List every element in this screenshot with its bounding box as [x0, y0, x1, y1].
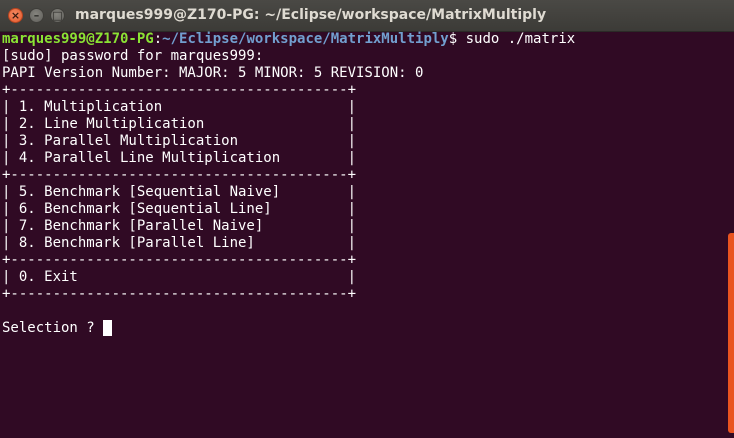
prompt-line: marques999@Z170-PG:~/Eclipse/workspace/M…	[2, 31, 726, 48]
terminal-output[interactable]: marques999@Z170-PG:~/Eclipse/workspace/M…	[2, 31, 726, 438]
menu-item: | 4. Parallel Line Multiplication |	[2, 150, 357, 166]
menu-item: | 7. Benchmark [Parallel Naive] |	[2, 218, 357, 234]
minimize-button[interactable]: –	[29, 8, 44, 23]
menu-item: | 0. Exit |	[2, 269, 357, 285]
menu-item: | 3. Parallel Multiplication |	[2, 133, 357, 149]
prompt-separator: :	[153, 31, 163, 47]
menu-border: +---------------------------------------…	[2, 252, 357, 268]
menu-border: +---------------------------------------…	[2, 286, 357, 302]
selection-line[interactable]: Selection ?	[2, 320, 726, 337]
scrollbar[interactable]	[728, 233, 734, 433]
menu-border: +---------------------------------------…	[2, 82, 357, 98]
menu-item: | 2. Line Multiplication |	[2, 116, 357, 132]
close-button[interactable]: ×	[8, 8, 23, 23]
menu-item: | 8. Benchmark [Parallel Line] |	[2, 235, 357, 251]
menu-border: +---------------------------------------…	[2, 167, 357, 183]
selection-prompt: Selection ?	[2, 320, 104, 336]
menu-item: | 5. Benchmark [Sequential Naive] |	[2, 184, 357, 200]
prompt-command: sudo ./matrix	[457, 31, 576, 47]
prompt-symbol: $	[448, 31, 458, 47]
menu-item: | 6. Benchmark [Sequential Line] |	[2, 201, 357, 217]
output-line: [sudo] password for marques999:	[2, 48, 264, 64]
prompt-user-host: marques999@Z170-PG	[2, 31, 154, 47]
output-line: PAPI Version Number: MAJOR: 5 MINOR: 5 R…	[2, 65, 424, 81]
title-bar[interactable]: × – □ marques999@Z170-PG: ~/Eclipse/work…	[0, 0, 734, 32]
menu-item: | 1. Multiplication |	[2, 99, 357, 115]
maximize-icon: □	[52, 9, 63, 22]
close-icon: ×	[10, 9, 21, 22]
terminal-window: × – □ marques999@Z170-PG: ~/Eclipse/work…	[0, 0, 734, 438]
window-title: marques999@Z170-PG: ~/Eclipse/workspace/…	[75, 7, 547, 23]
minimize-icon: –	[33, 9, 40, 22]
text-cursor	[103, 320, 113, 336]
prompt-path: ~/Eclipse/workspace/MatrixMultiply	[162, 31, 449, 47]
maximize-button[interactable]: □	[50, 8, 65, 23]
